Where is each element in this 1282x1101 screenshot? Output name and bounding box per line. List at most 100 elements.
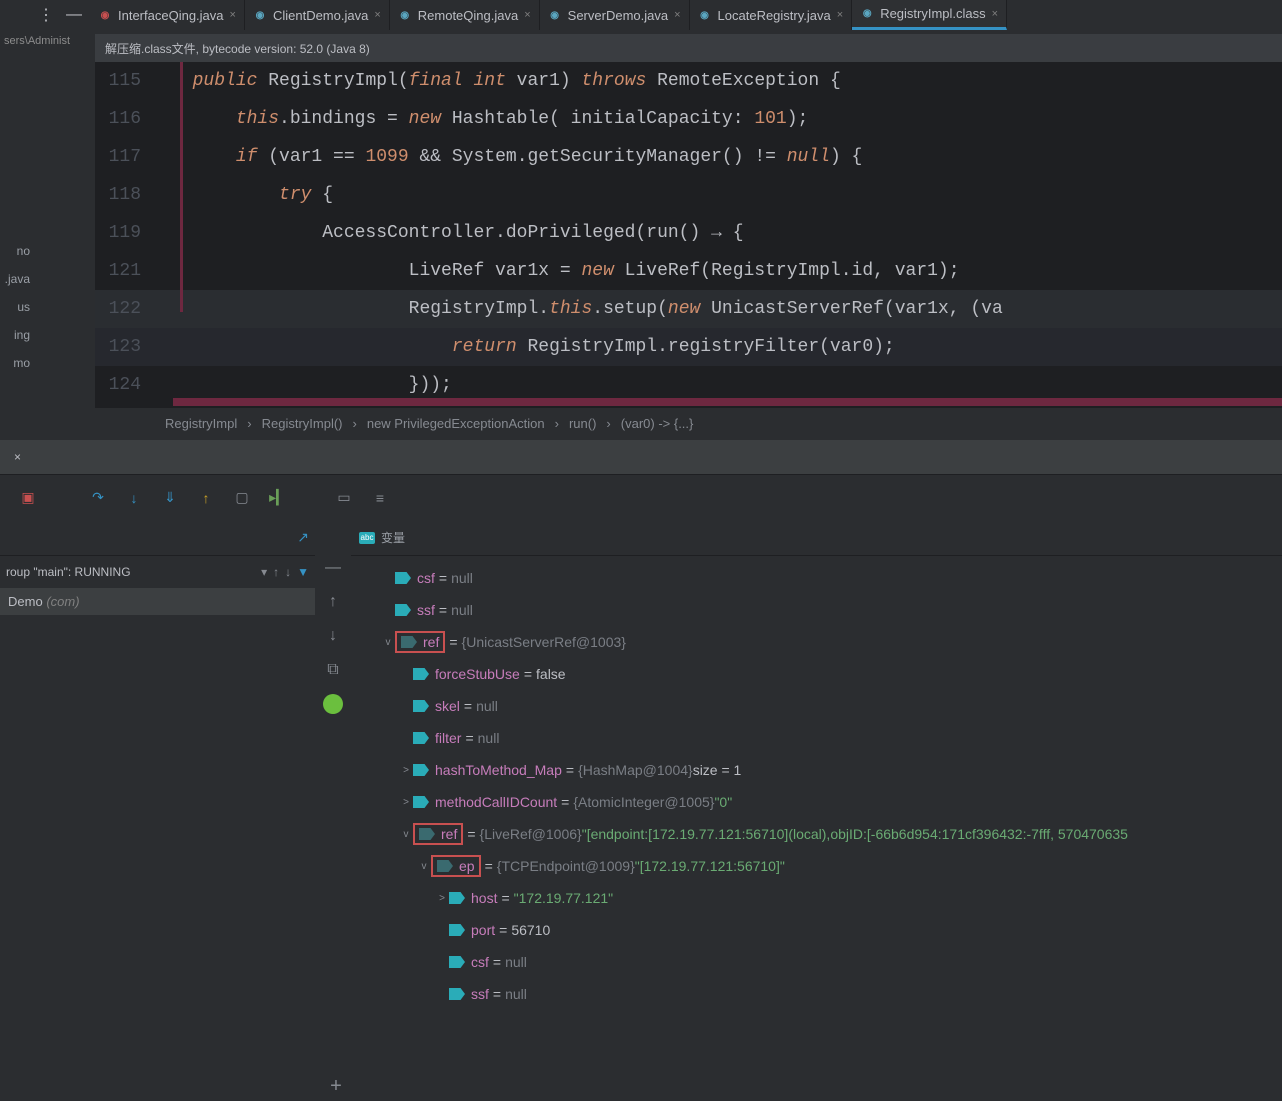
close-icon[interactable]: × [230, 9, 236, 21]
evaluate-expression-icon[interactable]: ▭ [336, 490, 352, 506]
variable-row[interactable]: vref = {LiveRef@1006} "[endpoint:[172.19… [351, 818, 1282, 850]
expand-chevron-icon[interactable]: v [381, 637, 395, 648]
structure-breadcrumb[interactable]: RegistryImpl›RegistryImpl()›new Privileg… [95, 408, 1282, 438]
minimize-icon[interactable]: — [66, 6, 82, 24]
variables-icon: abc [359, 532, 375, 544]
line-number: 118 [95, 176, 155, 214]
fold-gutter[interactable] [155, 100, 171, 138]
variable-row[interactable]: skel = null [351, 690, 1282, 722]
fold-gutter[interactable] [155, 328, 171, 366]
show-execution-point-icon[interactable]: ▣ [20, 490, 36, 506]
variables-tree[interactable]: csf = nullssf = nullvref = {UnicastServe… [351, 556, 1282, 1101]
code-line[interactable]: 117 if (var1 == 1099 && System.getSecuri… [95, 138, 1282, 176]
variable-row[interactable]: ssf = null [351, 594, 1282, 626]
close-icon[interactable]: × [674, 9, 680, 21]
field-tag-icon [449, 956, 465, 968]
variable-row[interactable]: >hashToMethod_Map = {HashMap@1004} size … [351, 754, 1282, 786]
debug-session-tab[interactable]: × [6, 446, 29, 468]
breadcrumb-item[interactable]: RegistryImpl [165, 416, 237, 431]
project-tree-item[interactable]: no [0, 244, 30, 272]
show-watches-icon[interactable] [323, 694, 343, 714]
variable-row[interactable]: forceStubUse = false [351, 658, 1282, 690]
code-line[interactable]: 122 RegistryImpl.this.setup(new UnicastS… [95, 290, 1282, 328]
variable-row[interactable]: vref = {UnicastServerRef@1003} [351, 626, 1282, 658]
field-tag-icon [413, 732, 429, 744]
breadcrumb-item[interactable]: run() [569, 416, 596, 431]
more-icon[interactable]: ⋮ [38, 5, 54, 25]
breadcrumb-item[interactable]: RegistryImpl() [262, 416, 343, 431]
step-over-icon[interactable]: ↷ [90, 490, 106, 506]
close-icon[interactable]: × [992, 8, 998, 20]
variable-row[interactable]: csf = null [351, 946, 1282, 978]
expand-chevron-icon[interactable]: v [417, 861, 431, 872]
variable-row[interactable]: ssf = null [351, 978, 1282, 1010]
code-line[interactable]: 116 this.bindings = new Hashtable( initi… [95, 100, 1282, 138]
force-step-into-icon[interactable]: ⇓ [162, 490, 178, 506]
variable-row[interactable]: filter = null [351, 722, 1282, 754]
add-watch-icon[interactable]: + [326, 1076, 346, 1096]
editor-tab[interactable]: ◉ServerDemo.java× [540, 0, 690, 30]
project-tree-item[interactable]: .java [0, 272, 30, 300]
variable-name: ref [423, 634, 439, 650]
variable-row[interactable]: csf = null [351, 562, 1282, 594]
project-tree-item[interactable]: ing [0, 328, 30, 356]
fold-gutter[interactable] [155, 214, 171, 252]
breadcrumb-item[interactable]: (var0) -> {...} [621, 416, 694, 431]
variable-row[interactable]: port = 56710 [351, 914, 1282, 946]
trace-icon[interactable]: ≡ [372, 490, 388, 506]
expand-chevron-icon[interactable]: > [399, 797, 413, 808]
step-into-icon[interactable]: ↓ [126, 490, 142, 506]
step-out-icon[interactable]: ↑ [198, 490, 214, 506]
code-line[interactable]: 123 return RegistryImpl.registryFilter(v… [95, 328, 1282, 366]
close-icon[interactable]: × [374, 9, 380, 21]
close-icon[interactable]: × [14, 450, 21, 464]
equals: = [562, 762, 578, 778]
move-down-icon[interactable]: ↓ [323, 626, 343, 646]
close-icon[interactable]: × [837, 9, 843, 21]
expand-chevron-icon[interactable]: > [399, 765, 413, 776]
variable-row[interactable]: >host = "172.19.77.121" [351, 882, 1282, 914]
move-up-icon[interactable]: ↑ [323, 592, 343, 612]
filter-icon[interactable]: ▼ [297, 565, 309, 579]
fold-gutter[interactable] [155, 176, 171, 214]
stack-frame[interactable]: Demo (com) [0, 588, 315, 615]
project-tree-item[interactable]: mo [0, 356, 30, 384]
code-editor[interactable]: 115 public RegistryImpl(final int var1) … [95, 62, 1282, 408]
project-tree-item[interactable]: us [0, 300, 30, 328]
fold-gutter[interactable] [155, 290, 171, 328]
variable-name: ep [459, 858, 475, 874]
variable-row[interactable]: vep = {TCPEndpoint@1009} "[172.19.77.121… [351, 850, 1282, 882]
open-in-new-icon[interactable]: ↗ [297, 529, 309, 546]
close-icon[interactable]: × [524, 9, 530, 21]
variable-row[interactable]: >methodCallIDCount = {AtomicInteger@1005… [351, 786, 1282, 818]
remove-icon[interactable]: — [323, 558, 343, 578]
java-file-icon: ◉ [860, 7, 874, 21]
duplicate-icon[interactable]: ⧉ [323, 660, 343, 680]
variable-value: null [476, 698, 498, 714]
expand-chevron-icon[interactable]: > [435, 893, 449, 904]
variable-value: 56710 [511, 922, 550, 938]
next-frame-icon[interactable]: ↓ [285, 565, 291, 579]
code-line[interactable]: 115 public RegistryImpl(final int var1) … [95, 62, 1282, 100]
fold-gutter[interactable] [155, 252, 171, 290]
code-line[interactable]: 121 LiveRef var1x = new LiveRef(Registry… [95, 252, 1282, 290]
fold-gutter[interactable] [155, 138, 171, 176]
editor-tab[interactable]: ◉RegistryImpl.class× [852, 0, 1007, 30]
code-line[interactable]: 119 AccessController.doPrivileged(run() … [95, 214, 1282, 252]
editor-tab[interactable]: ◉LocateRegistry.java× [690, 0, 853, 30]
prev-frame-icon[interactable]: ↑ [273, 565, 279, 579]
fold-gutter[interactable] [155, 366, 171, 404]
code-text: this.bindings = new Hashtable( initialCa… [171, 100, 808, 138]
editor-tab[interactable]: ◉RemoteQing.java× [390, 0, 540, 30]
run-to-cursor-icon[interactable]: ▸▎ [270, 490, 286, 506]
thread-combo[interactable]: roup "main": RUNNING ▾ [6, 565, 267, 579]
java-file-icon: ◉ [98, 8, 112, 22]
expand-chevron-icon[interactable]: v [399, 829, 413, 840]
breadcrumb-item[interactable]: new PrivilegedExceptionAction [367, 416, 545, 431]
field-tag-icon [449, 924, 465, 936]
code-line[interactable]: 118 try { [95, 176, 1282, 214]
editor-tab[interactable]: ◉ClientDemo.java× [245, 0, 390, 30]
editor-tab[interactable]: ◉InterfaceQing.java× [90, 0, 245, 30]
drop-frame-icon[interactable]: ▢ [234, 490, 250, 506]
fold-gutter[interactable] [155, 62, 171, 100]
